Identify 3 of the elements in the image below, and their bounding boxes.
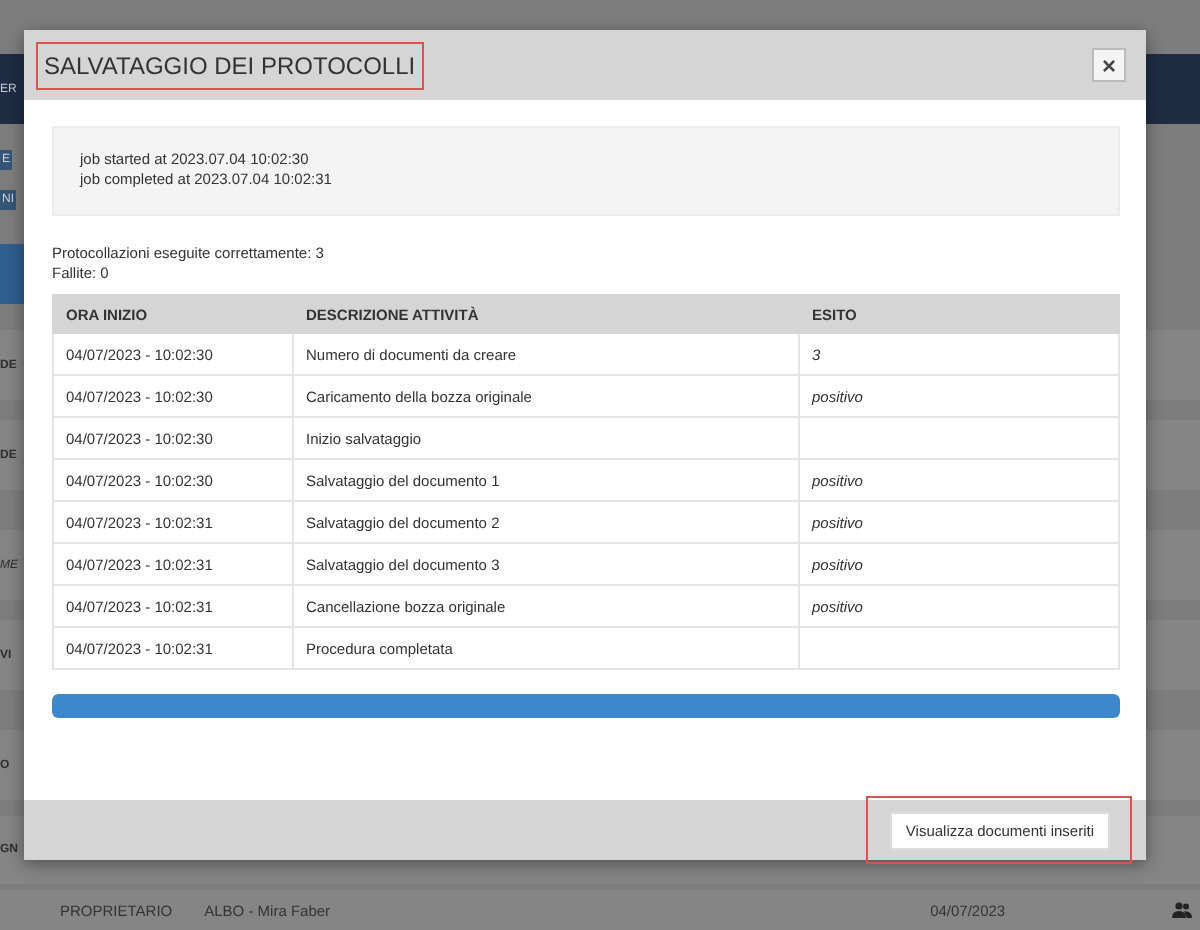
users-icon[interactable] — [1172, 902, 1192, 918]
dialog-title: SALVATAGGIO DEI PROTOCOLLI — [36, 41, 424, 89]
close-button[interactable]: × — [1092, 48, 1126, 82]
